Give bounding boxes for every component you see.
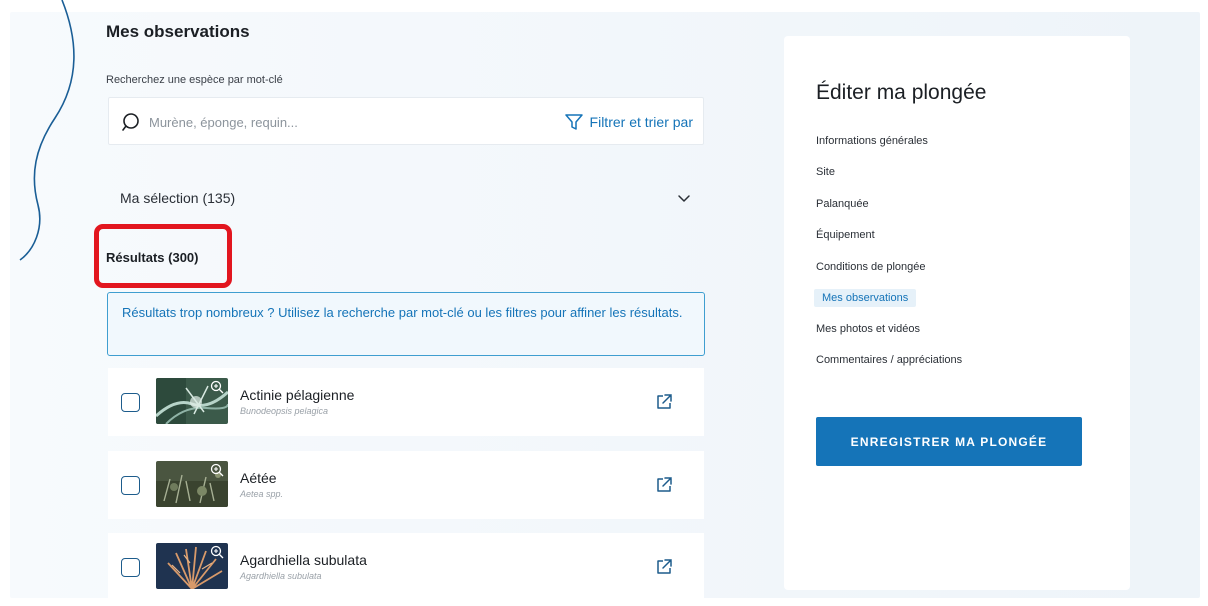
observation-row: Agardhiella subulata Agardhiella subulat…	[108, 533, 704, 601]
section-title: Mes observations	[106, 22, 250, 41]
filter-icon	[564, 114, 583, 130]
species-name: Agardhiella subulata	[240, 552, 367, 568]
sidebar-item-comments[interactable]: Commentaires / appréciations	[816, 354, 962, 366]
results-title: Résultats (300)	[106, 250, 199, 265]
selection-label: Ma sélection (135)	[120, 190, 236, 206]
species-latin-name: Bunodeopsis pelagica	[240, 406, 329, 416]
observation-checkbox[interactable]	[121, 393, 140, 412]
species-thumbnail[interactable]	[156, 378, 228, 424]
external-link-icon[interactable]	[654, 557, 674, 577]
filter-sort-label: Filtrer et trier par	[589, 114, 693, 130]
zoom-icon[interactable]	[210, 545, 224, 559]
observation-row: Actinie pélagienne Bunodeopsis pelagica	[108, 368, 704, 436]
chevron-down-icon	[678, 195, 690, 202]
observation-row: Aétée Aetea spp.	[108, 451, 704, 519]
observation-checkbox[interactable]	[121, 558, 140, 577]
species-thumbnail[interactable]	[156, 543, 228, 589]
sidebar-item-dive-conditions[interactable]: Conditions de plongée	[816, 261, 925, 273]
species-latin-name: Aetea spp.	[240, 489, 284, 499]
save-dive-button[interactable]: ENREGISTRER MA PLONGÉE	[816, 417, 1082, 466]
species-thumbnail[interactable]	[156, 461, 228, 507]
zoom-icon[interactable]	[210, 463, 224, 477]
edit-dive-sidebar: Éditer ma plongée Informations générales…	[784, 36, 1130, 590]
observations-panel: Mes observations Recherchez une espèce p…	[94, 0, 706, 606]
sidebar-title: Éditer ma plongée	[816, 81, 987, 104]
external-link-icon[interactable]	[654, 392, 674, 412]
search-label: Recherchez une espèce par mot-clé	[106, 74, 283, 86]
observation-checkbox[interactable]	[121, 476, 140, 495]
zoom-icon[interactable]	[210, 380, 224, 394]
external-link-icon[interactable]	[654, 475, 674, 495]
search-icon	[122, 113, 139, 131]
species-latin-name: Agardhiella subulata	[240, 571, 322, 581]
search-input[interactable]	[149, 110, 469, 134]
sidebar-item-equipment[interactable]: Équipement	[816, 229, 875, 241]
sidebar-item-site[interactable]: Site	[816, 166, 835, 178]
filter-sort-button[interactable]: Filtrer et trier par	[564, 111, 693, 133]
sidebar-item-general-info[interactable]: Informations générales	[816, 135, 928, 147]
species-name: Actinie pélagienne	[240, 387, 355, 403]
species-name: Aétée	[240, 470, 277, 486]
search-box[interactable]: Filtrer et trier par	[108, 97, 704, 145]
info-message: Résultats trop nombreux ? Utilisez la re…	[107, 292, 705, 356]
selection-dropdown[interactable]: Ma sélection (135)	[108, 182, 704, 214]
sidebar-item-palanquee[interactable]: Palanquée	[816, 198, 869, 210]
sidebar-item-observations[interactable]: Mes observations	[814, 289, 917, 307]
sidebar-item-photos-videos[interactable]: Mes photos et vidéos	[816, 323, 920, 335]
